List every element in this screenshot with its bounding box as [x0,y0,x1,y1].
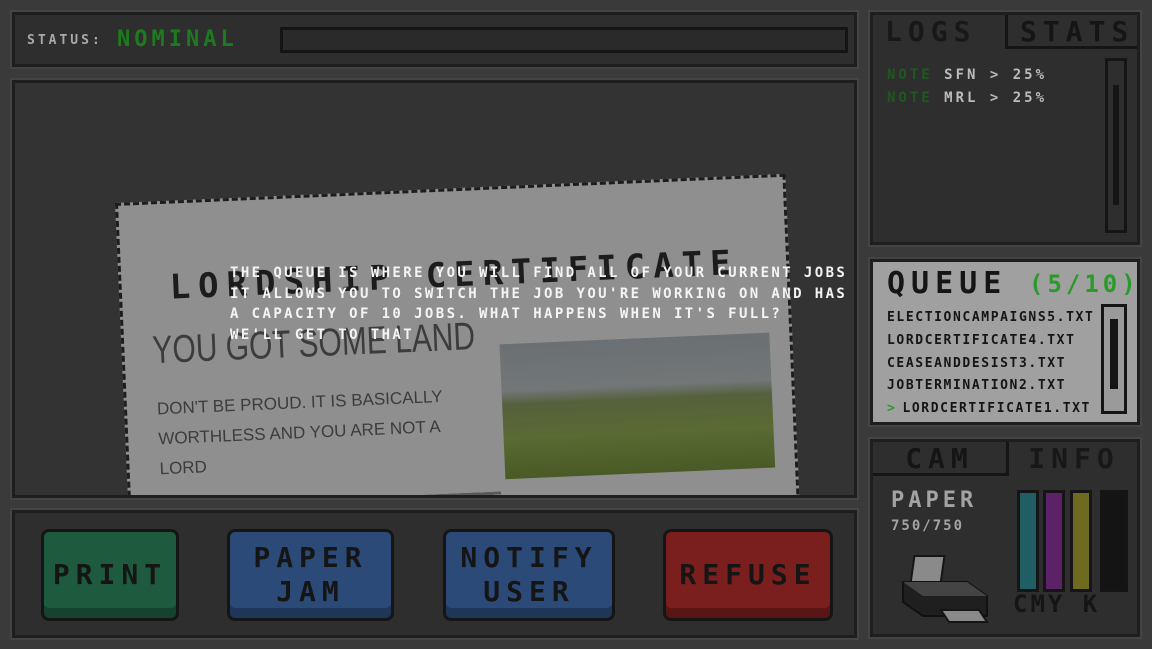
queue-scroll-thumb[interactable] [1110,319,1118,389]
notify-user-button[interactable]: NOTIFY USER [443,529,615,621]
logs-scrollbar[interactable] [1105,58,1127,233]
print-button[interactable]: PRINT [41,529,179,621]
tab-logs[interactable]: LOGS [873,15,1005,49]
ink-cyan-gauge [1017,490,1039,592]
document-fine-print [161,491,503,495]
document-photo [499,332,776,480]
logs-scroll-thumb[interactable] [1113,85,1119,205]
status-progress-bar [280,27,848,53]
status-panel: STATUS: NOMINAL [10,10,859,69]
info-panel: CAM INFO PAPER 750/750 CMY K [868,437,1142,639]
log-entry-tag: NOTE [887,90,933,106]
selected-arrow-icon: > [887,401,897,416]
refuse-button-label: REFUSE [679,558,817,591]
log-entry: NOTE SFN > 25% [887,67,1047,83]
status-value: NOMINAL [117,27,238,52]
log-entry-text: SFN > 25% [944,67,1048,83]
queue-item[interactable]: JOBTERMINATION2.TXT [887,378,1066,393]
queue-item[interactable]: ELECTIONCAMPAIGNS5.TXT [887,310,1094,325]
tutorial-text: THE QUEUE IS WHERE YOU WILL FIND ALL OF … [230,265,848,343]
tab-stats[interactable]: STATS [1005,15,1137,49]
paper-jam-label-line2: JAM [276,575,345,608]
log-entry-tag: NOTE [887,67,933,83]
queue-item-selected[interactable]: > LORDCERTIFICATE1.TXT [887,401,1091,416]
ink-black-gauge [1100,490,1128,592]
refuse-button[interactable]: REFUSE [663,529,833,621]
log-entry-text: MRL > 25% [944,90,1048,106]
print-button-label: PRINT [52,558,168,591]
ink-labels: CMY K [1013,590,1101,618]
queue-scrollbar[interactable] [1101,304,1127,414]
tab-info[interactable]: INFO [1009,442,1139,476]
queue-panel: QUEUE (5/10) ELECTIONCAMPAIGNS5.TXT LORD… [868,257,1142,427]
queue-count: (5/10) [1029,270,1140,298]
tab-cam[interactable]: CAM [873,442,1009,476]
ink-magenta-gauge [1043,490,1065,592]
notify-label-line2: USER [483,575,575,608]
action-button-bar: PRINT PAPER JAM NOTIFY USER REFUSE [10,508,859,640]
queue-item[interactable]: CEASEANDDESIST3.TXT [887,356,1066,371]
paper-count: 750/750 [891,518,965,534]
queue-title: QUEUE [887,266,1008,301]
paper-jam-button[interactable]: PAPER JAM [227,529,394,621]
ink-yellow-gauge [1070,490,1092,592]
queue-item[interactable]: LORDCERTIFICATE4.TXT [887,333,1076,348]
printer-icon [902,555,989,623]
status-label: STATUS: [27,33,103,48]
paper-label: PAPER [891,488,978,513]
notify-label-line1: NOTIFY [460,541,598,574]
document-body: DON'T BE PROUD. IT IS BASICALLY WORTHLES… [156,386,443,479]
logs-panel: LOGS STATS NOTE SFN > 25% NOTE MRL > 25% [868,10,1142,247]
paper-jam-label-line1: PAPER [253,541,368,574]
log-entry: NOTE MRL > 25% [887,90,1047,106]
queue-item-label: LORDCERTIFICATE1.TXT [902,401,1091,416]
